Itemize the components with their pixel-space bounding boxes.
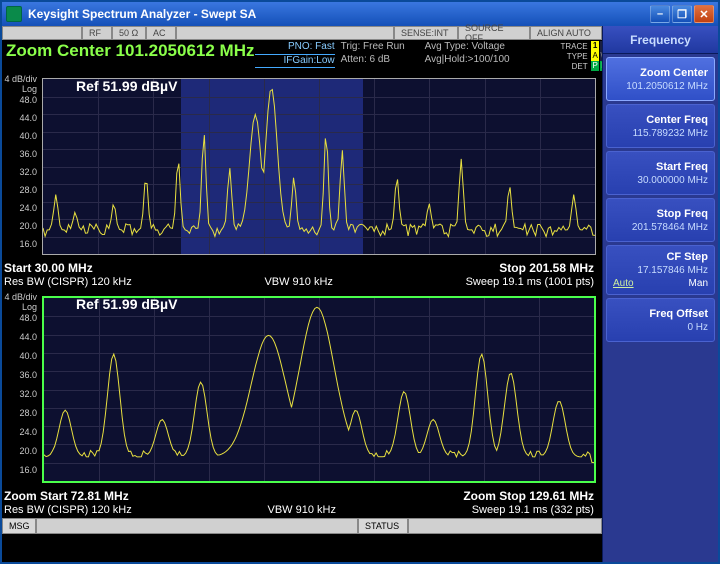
- status-msg-area: [36, 518, 358, 534]
- trace-row-label: TRACE: [561, 42, 588, 51]
- hw-cell-source[interactable]: SOURCE OFF: [458, 26, 530, 40]
- softkey-man[interactable]: Man: [689, 278, 708, 289]
- hw-cell-ac[interactable]: AC: [146, 26, 176, 40]
- ifgain-label: IFGain:Low: [255, 55, 335, 69]
- softkey-label: Freq Offset: [649, 308, 708, 320]
- plot1-footer: Start 30.00 MHz Stop 201.58 MHz Res BW (…: [4, 261, 594, 288]
- measurement-header: Zoom Center 101.2050612 MHz PNO: Fast IF…: [2, 40, 602, 72]
- plot1-start: Start 30.00 MHz: [4, 261, 93, 275]
- trace2-line: [44, 298, 594, 485]
- hw-cell-align[interactable]: ALIGN AUTO: [530, 26, 602, 40]
- softkey-sidebar: Frequency Zoom Center 101.2050612 MHz Cent…: [602, 26, 718, 562]
- plot1-stop: Stop 201.58 MHz: [499, 261, 594, 275]
- app-window: Keysight Spectrum Analyzer - Swept SA – …: [0, 0, 720, 564]
- softkey-value: 30.000000 MHz: [637, 175, 708, 186]
- softkey-start-freq[interactable]: Start Freq 30.000000 MHz: [606, 151, 715, 195]
- hw-cell-spacer: [176, 26, 394, 40]
- close-button[interactable]: ✕: [694, 5, 714, 23]
- softkey-label: CF Step: [666, 251, 708, 263]
- softkey-stop-freq[interactable]: Stop Freq 201.578464 MHz: [606, 198, 715, 242]
- softkey-cf-step[interactable]: CF Step 17.157846 MHzAuto Man: [606, 245, 715, 295]
- softkey-value: 0 Hz: [687, 322, 708, 333]
- trig-label: Trig: Free Run: [341, 41, 425, 54]
- main-area: RF 50 Ω AC SENSE:INT SOURCE OFF ALIGN AU…: [2, 26, 602, 562]
- zoom-plot[interactable]: 4 dB/div Log 48.0 44.0 40.0 36.0 32.0 28…: [4, 290, 600, 518]
- pno-label: PNO: Fast: [255, 41, 335, 55]
- softkey-label: Center Freq: [646, 114, 708, 126]
- sidebar-title: Frequency: [603, 26, 718, 54]
- status-status-area: [408, 518, 602, 534]
- plot2-resbw: Res BW (CISPR) 120 kHz: [4, 504, 132, 516]
- det-row-label: DET: [572, 62, 588, 71]
- softkey-value: 17.157846 MHz: [637, 265, 708, 276]
- plot1-sweep: Sweep 19.1 ms (1001 pts): [466, 276, 594, 288]
- plot1-log: Log: [22, 84, 37, 94]
- plot2-zoom-start: Zoom Start 72.81 MHz: [4, 489, 129, 503]
- softkey-value: 201.578464 MHz: [632, 222, 708, 233]
- hw-status-row: RF 50 Ω AC SENSE:INT SOURCE OFF ALIGN AU…: [2, 26, 602, 40]
- status-status-label: STATUS: [358, 518, 408, 534]
- plot1-yaxis: 4 dB/div Log 48.0 44.0 40.0 36.0 32.0 28…: [4, 76, 40, 255]
- plot2-log: Log: [22, 302, 37, 312]
- softkey-freq-offset[interactable]: Freq Offset 0 Hz: [606, 298, 715, 342]
- window-title: Keysight Spectrum Analyzer - Swept SA: [28, 7, 648, 21]
- trace1-line: [43, 79, 595, 257]
- plot2-yaxis: 4 dB/div Log 48.0 44.0 40.0 36.0 32.0 28…: [4, 294, 40, 483]
- hw-cell-50ohm[interactable]: 50 Ω: [112, 26, 146, 40]
- plot2-zoom-stop: Zoom Stop 129.61 MHz: [463, 489, 594, 503]
- status-msg-label: MSG: [2, 518, 36, 534]
- softkey-label: Zoom Center: [640, 67, 708, 79]
- plot2-vbw: VBW 910 kHz: [267, 504, 335, 516]
- softkey-value: 115.789232 MHz: [633, 128, 708, 139]
- softkey-auto[interactable]: Auto: [613, 278, 634, 289]
- plot2-ref: Ref 51.99 dBµV: [76, 296, 177, 312]
- plot2-footer: Zoom Start 72.81 MHz Zoom Stop 129.61 MH…: [4, 489, 594, 516]
- titlebar: Keysight Spectrum Analyzer - Swept SA – …: [2, 2, 718, 26]
- plot2-box: [42, 296, 596, 483]
- maximize-button[interactable]: ❐: [672, 5, 692, 23]
- plot1-resbw: Res BW (CISPR) 120 kHz: [4, 276, 132, 288]
- status-bar: MSG STATUS: [2, 518, 602, 534]
- softkey-value: 101.2050612 MHz: [626, 81, 708, 92]
- avgtype-label: Avg Type: Voltage: [425, 41, 535, 54]
- plot1-box: [42, 78, 596, 255]
- plot2-sweep: Sweep 19.1 ms (332 pts): [472, 504, 594, 516]
- hw-cell-rf[interactable]: RF: [82, 26, 112, 40]
- softkey-zoom-center[interactable]: Zoom Center 101.2050612 MHz: [606, 57, 715, 101]
- plot1-dbdiv: 4 dB/div: [4, 74, 37, 84]
- softkey-label: Start Freq: [656, 161, 708, 173]
- hw-cell-blank: [2, 26, 82, 40]
- plot1-ref: Ref 51.99 dBµV: [76, 78, 177, 94]
- minimize-button[interactable]: –: [650, 5, 670, 23]
- atten-label: Atten: 6 dB: [341, 54, 425, 67]
- hw-cell-sense[interactable]: SENSE:INT: [394, 26, 458, 40]
- full-span-plot[interactable]: 4 dB/div Log 48.0 44.0 40.0 36.0 32.0 28…: [4, 72, 600, 290]
- type-row-label: TYPE: [567, 52, 588, 61]
- plot2-dbdiv: 4 dB/div: [4, 292, 37, 302]
- avghold-label: Avg|Hold:>100/100: [425, 54, 535, 67]
- softkey-label: Stop Freq: [657, 208, 708, 220]
- app-icon: [6, 6, 22, 22]
- plot1-vbw: VBW 910 kHz: [264, 276, 332, 288]
- softkey-center-freq[interactable]: Center Freq 115.789232 MHz: [606, 104, 715, 148]
- zoom-center-readout: Zoom Center 101.2050612 MHz: [6, 41, 255, 61]
